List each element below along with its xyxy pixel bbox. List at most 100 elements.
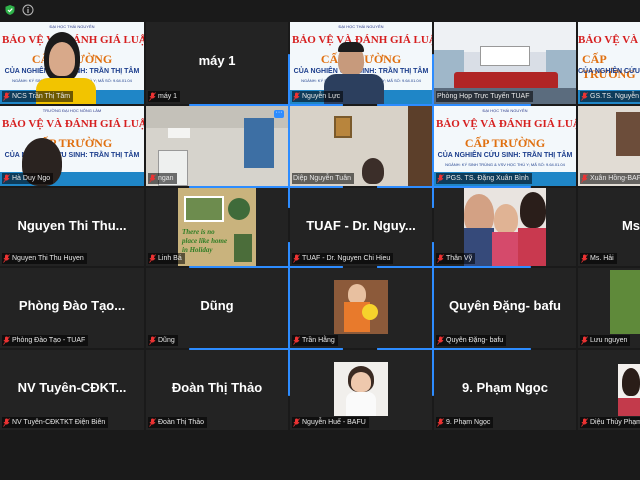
more-options-icon[interactable]: ··· (274, 109, 284, 118)
photo-wreath (228, 198, 250, 220)
participant-display-name: Quyên Đặng- bafu (449, 298, 561, 314)
participant-tile-pgs-ts-dang-xuan-binh[interactable]: ĐẠI HỌC THÁI NGUYÊN BẢO VỆ VÀ ĐÁNH GIÁ L… (434, 106, 576, 186)
participant-name-label: ngan (148, 173, 177, 184)
profile-photo-holiday: There is no place like home in Holiday (178, 188, 256, 266)
participant-tile-ms-hai[interactable]: Ms Ms. Hải (578, 188, 640, 266)
participant-tile-dieu-thuy-pham[interactable]: Diệu Thùy Phạm (578, 350, 640, 430)
holiday-caption: There is no place like home in Holiday (182, 228, 228, 254)
participant-video-face (49, 42, 75, 76)
participant-name-label: NV Tuyên-CĐKTKT Điện Biên (2, 417, 109, 428)
participant-name-label: Lưu nguyen (580, 335, 631, 346)
participant-tile-linh-ba[interactable]: There is no place like home in Holiday L… (146, 188, 288, 266)
participant-name-label: Nguyen Thi Thu Huyen (2, 253, 87, 264)
participant-tile-nguyen-thi-thu-huyen[interactable]: Nguyen Thi Thu... Nguyen Thi Thu Huyen (0, 188, 144, 266)
label-text: Linh Bá (158, 255, 182, 262)
photo-child (494, 204, 518, 234)
label-text: Diệp Nguyễn Tuân (293, 175, 351, 182)
banner-heading: BẢO VỆ VÀ ĐÁNH GIÁ LUẬN ÁN TIẾN SĨ (436, 118, 576, 130)
participant-name-label: Diệu Thùy Phạm (580, 417, 640, 428)
mic-muted-icon (293, 254, 300, 263)
banner-candidate: CỦA NGHIÊN CỨU SINH: TRẦN THỊ TÂM (437, 152, 573, 159)
label-text: TUAF - Dr. Nguyen Chi Hieu (302, 255, 391, 262)
banner-level: CẤP TRƯỜNG (464, 136, 546, 150)
label-text: NCS Trần Thị Tâm (12, 93, 71, 100)
participant-display-name: NV Tuyên-CĐKT... (17, 380, 127, 396)
label-text: 9. Phạm Ngọc (446, 419, 491, 426)
mic-muted-icon (581, 92, 588, 101)
banner-heading: BẢO VỆ VÀ ĐÁNH GIÁ LUẬN ÁN TIẾN SĨ (578, 34, 640, 46)
participant-name-label: NCS Trần Thị Tâm (2, 91, 74, 102)
label-text: Lưu nguyen (590, 337, 628, 344)
participant-tile-quyen-dang-bafu[interactable]: Quyên Đặng- bafu Quyên Đặng- bafu (434, 268, 576, 348)
participant-tile-than-vy[interactable]: Thân Vỹ (434, 188, 576, 266)
participant-tile-ngan[interactable]: ··· ngan (146, 106, 288, 186)
participant-tile-ha-duy-ngo[interactable]: TRƯỜNG ĐẠI HỌC NÔNG LÂM BẢO VỆ VÀ ĐÁNH G… (0, 106, 144, 186)
banner-major: NGÀNH: KÝ SINH TRÙNG & VSV HỌC THÚ Y; MÃ… (445, 162, 565, 167)
label-text: Thân Vỹ (446, 255, 473, 262)
mic-muted-icon (3, 418, 10, 427)
participant-display-name: Dũng (200, 298, 234, 314)
banner-level: CẤP TRƯỜNG (582, 52, 636, 81)
participant-display-name: Nguyen Thi Thu... (17, 217, 127, 233)
shield-icon[interactable] (4, 4, 16, 16)
label-text: PGS. TS. Đặng Xuân Bình (446, 175, 529, 182)
participant-tile-ncs-tran-thi-tam[interactable]: ĐẠI HỌC THÁI NGUYÊN BẢO VỆ VÀ ĐÁNH GIÁ L… (0, 22, 144, 104)
participant-tile-may-1[interactable]: máy 1 máy 1 (146, 22, 288, 104)
mic-muted-icon (437, 418, 444, 427)
banner-university: ĐẠI HỌC THÁI NGUYÊN (49, 24, 95, 29)
mic-muted-icon (149, 92, 156, 101)
participant-video-hair (338, 42, 364, 52)
mic-muted-icon (293, 336, 300, 345)
photo-child-shirt (492, 232, 520, 266)
participant-tile-xuan-hong-bafu[interactable]: Xuân Hồng-BAFU (578, 106, 640, 186)
participant-name-label: Hà Duy Ngo (2, 173, 54, 184)
mic-muted-icon (437, 174, 444, 183)
banner-candidate: CỦA NGHIÊN CỨU SINH: TRẦN THỊ TÂM (578, 68, 640, 75)
participant-name-label: Phòng Đào Tạo - TUAF (2, 335, 89, 346)
participant-tile-pham-ngoc[interactable]: 9. Phạm Ngọc 9. Phạm Ngọc (434, 350, 576, 430)
participant-tile-gs-ts-nguyen[interactable]: BẢO VỆ VÀ ĐÁNH GIÁ LUẬN ÁN TIẾN SĨ CẤP T… (578, 22, 640, 104)
info-icon[interactable] (22, 4, 34, 16)
label-text: Phòng Đào Tạo - TUAF (12, 337, 86, 344)
photo-frame (184, 196, 224, 222)
label-text: Trần Hằng (302, 337, 335, 344)
banner-university: ĐẠI HỌC THÁI NGUYÊN (338, 24, 384, 29)
participant-tile-tran-hang[interactable]: Trần Hằng (290, 268, 432, 348)
mic-muted-icon (3, 336, 10, 345)
participant-display-name: TUAF - Dr. Nguy... (306, 217, 416, 233)
wall-portrait (334, 116, 352, 138)
mic-muted-icon (149, 336, 156, 345)
profile-photo-plants (610, 270, 640, 334)
participant-tile-nguyen-hue-bafu[interactable]: Nguyễn Huế - BAFU (290, 350, 432, 430)
participant-display-name: máy 1 (198, 53, 236, 69)
photo-person-hair (520, 192, 546, 228)
participant-tile-nguyen-luc[interactable]: ĐẠI HỌC THÁI NGUYÊN BẢO VỆ VÀ ĐÁNH GIÁ L… (290, 22, 432, 104)
mic-muted-icon (437, 336, 444, 345)
participant-tile-diep-nguyen-tuan[interactable]: Diệp Nguyễn Tuân (290, 106, 432, 186)
participant-name-label: Thân Vỹ (436, 253, 476, 264)
photo-small (234, 234, 252, 262)
participant-name-label: Nguyễn Huế - BAFU (292, 417, 369, 428)
participant-tile-tuaf-dr-nguyen-chi-hieu[interactable]: TUAF - Dr. Nguy... TUAF - Dr. Nguyen Chi… (290, 188, 432, 266)
participant-tile-luu-nguyen[interactable]: Lưu nguyen (578, 268, 640, 348)
participant-tile-phong-dao-tao-tuaf[interactable]: Phòng Đào Tạo... Phòng Đào Tạo - TUAF (0, 268, 144, 348)
label-text: Ms. Hải (590, 255, 614, 262)
participant-tile-nv-tuyen[interactable]: NV Tuyên-CĐKT... NV Tuyên-CĐKTKT Điện Bi… (0, 350, 144, 430)
participant-display-name: Ms (621, 217, 640, 233)
participant-name-label: GS.TS. Nguyễn T (580, 91, 640, 102)
participant-name-label: máy 1 (148, 91, 181, 102)
participant-tile-dung[interactable]: Dũng Dũng (146, 268, 288, 348)
participant-display-name: Phòng Đào Tạo... (18, 298, 126, 314)
participant-name-label: Phòng Họp Trực Tuyến TUAF (436, 91, 533, 102)
mic-muted-icon (149, 174, 156, 183)
participant-video-person (362, 158, 384, 184)
label-text: GS.TS. Nguyễn T (590, 93, 640, 100)
label-text: Nguyễn Lực (302, 93, 341, 100)
mic-muted-icon (581, 336, 588, 345)
participant-name-label: Trần Hằng (292, 335, 338, 346)
mic-muted-icon (3, 254, 10, 263)
photo-person-top (618, 398, 640, 416)
participant-tile-phong-hop-truc-tuyen[interactable]: Phòng Họp Trực Tuyến TUAF (434, 22, 576, 104)
participant-name-label: Linh Bá (148, 253, 185, 264)
participant-tile-doan-thi-thao[interactable]: Đoàn Thị Thảo Đoàn Thị Thảo (146, 350, 288, 430)
